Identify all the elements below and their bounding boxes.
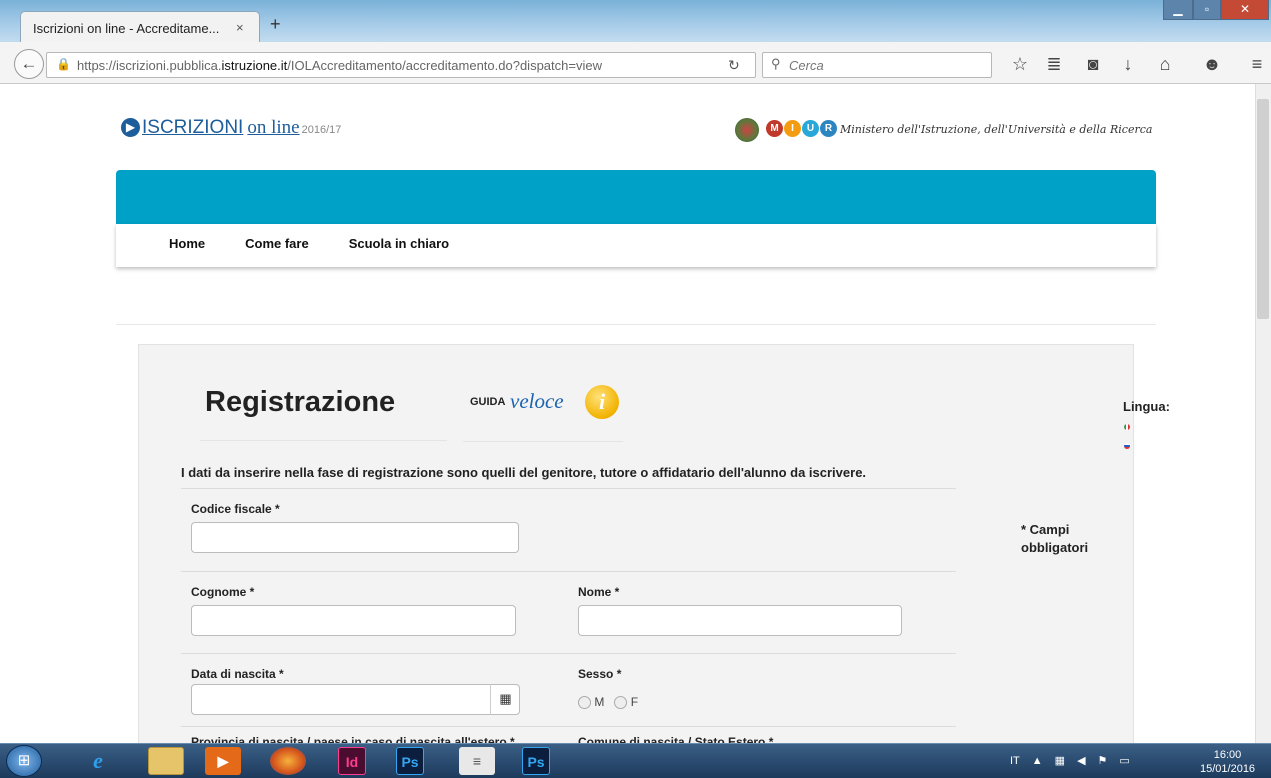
intro-text: I dati da inserire nella fase di registr… <box>181 465 867 480</box>
reading-list-icon[interactable]: ≣ <box>1042 54 1066 75</box>
lock-icon: 🔒 <box>56 57 71 71</box>
chat-icon[interactable]: ☻ <box>1200 54 1224 75</box>
header-banner <box>116 170 1156 224</box>
tab-close-icon[interactable]: × <box>236 20 244 35</box>
maximize-button[interactable]: ▫ <box>1193 0 1221 20</box>
divider <box>181 571 956 572</box>
url-domain: istruzione.it <box>221 58 288 73</box>
scrollbar-thumb[interactable] <box>1257 99 1269 319</box>
indesign-icon[interactable]: Id <box>338 747 366 775</box>
hamburger-menu-icon[interactable]: ≡ <box>1245 54 1269 75</box>
file-explorer-icon[interactable] <box>148 747 184 775</box>
main-menu: Home Come fare Scuola in chiaro <box>116 224 1156 267</box>
codice-fiscale-input[interactable] <box>191 522 519 553</box>
sesso-options: M F <box>578 695 639 710</box>
nome-label: Nome * <box>578 585 620 599</box>
iscrizioni-logo[interactable]: ▶ ISCRIZIONI on line 2016/17 <box>121 117 341 139</box>
home-icon[interactable]: ⌂ <box>1153 54 1177 75</box>
search-icon: ⚲ <box>771 56 781 71</box>
menu-item-home[interactable]: Home <box>169 236 205 267</box>
divider <box>181 488 956 489</box>
italian-flag-icon[interactable] <box>1124 424 1130 430</box>
slovenian-flag-icon[interactable] <box>1124 443 1130 449</box>
cognome-input[interactable] <box>191 605 516 636</box>
language-indicator[interactable]: IT <box>1010 755 1020 767</box>
photoshop-icon[interactable]: Ps <box>522 747 550 775</box>
divider <box>463 441 623 442</box>
start-button[interactable]: ⊞ <box>6 745 42 777</box>
network-icon[interactable]: ▦ <box>1055 754 1065 767</box>
reload-icon[interactable]: ↻ <box>728 57 740 74</box>
miur-logo: M I U R <box>766 120 837 137</box>
veloce-label[interactable]: veloce <box>510 389 564 414</box>
data-nascita-label: Data di nascita * <box>191 667 284 681</box>
display-icon[interactable]: ▭ <box>1119 754 1129 767</box>
republic-emblem-icon <box>735 118 759 142</box>
clock-time: 16:00 <box>1213 749 1242 761</box>
divider <box>116 324 1156 325</box>
back-arrow-icon[interactable]: ← <box>14 49 44 79</box>
firefox-icon[interactable] <box>270 747 306 775</box>
guida-label[interactable]: GUIDA <box>470 396 505 408</box>
menu-item-come-fare[interactable]: Come fare <box>245 236 309 267</box>
media-player-icon[interactable]: ▶ <box>205 747 241 775</box>
action-center-flag-icon[interactable]: ⚑ <box>1098 754 1108 767</box>
cognome-label: Cognome * <box>191 585 255 599</box>
browser-tab[interactable]: Iscrizioni on line - Accreditame... × <box>20 11 260 43</box>
minimize-button[interactable]: ▁ <box>1163 0 1193 20</box>
system-tray: IT ▲ ▦ ◀ ⚑ ▭ <box>1010 754 1130 768</box>
codice-fiscale-label: Codice fiscale * <box>191 502 280 516</box>
divider <box>181 653 956 654</box>
calendar-icon[interactable]: ▦ <box>490 684 520 715</box>
logo-online-text: on line <box>247 117 300 138</box>
lingua-label: Lingua: <box>1123 399 1170 414</box>
show-hidden-icons-icon[interactable]: ▲ <box>1032 755 1043 767</box>
ministry-name: Ministero dell'Istruzione, dell'Universi… <box>840 123 1153 136</box>
info-icon[interactable]: i <box>585 385 619 419</box>
download-icon[interactable]: ↓ <box>1116 54 1140 75</box>
volume-icon[interactable]: ◀ <box>1077 754 1085 767</box>
bookmark-star-icon[interactable]: ☆ <box>1008 54 1032 75</box>
sesso-label: Sesso * <box>578 667 622 681</box>
logo-main-text: ISCRIZIONI <box>142 117 244 138</box>
nome-input[interactable] <box>578 605 902 636</box>
data-nascita-input[interactable] <box>191 684 520 715</box>
divider <box>181 726 956 727</box>
search-input[interactable]: Cerca <box>762 52 992 78</box>
sesso-f-label: F <box>630 695 639 709</box>
system-clock[interactable]: 16:00 15/01/2016 <box>1200 748 1255 776</box>
pocket-icon[interactable]: ◙ <box>1081 54 1105 75</box>
url-prefix: https://iscrizioni.pubblica. <box>77 58 222 73</box>
clock-date: 15/01/2016 <box>1200 763 1256 775</box>
url-suffix: /IOLAccreditamento/accreditamento.do?dis… <box>287 58 602 73</box>
notepad-icon[interactable]: ≡ <box>459 747 495 775</box>
logo-arrow-icon: ▶ <box>121 118 140 138</box>
divider <box>200 440 447 441</box>
new-tab-button[interactable]: + <box>270 14 281 35</box>
photoshop-icon[interactable]: Ps <box>396 747 424 775</box>
internet-explorer-icon[interactable]: e <box>80 747 116 775</box>
close-window-button[interactable]: ✕ <box>1221 0 1269 20</box>
url-bar[interactable]: https://iscrizioni.pubblica.istruzione.i… <box>46 52 756 78</box>
sesso-m-radio[interactable] <box>578 696 591 710</box>
tab-title: Iscrizioni on line - Accreditame... <box>33 21 220 36</box>
page-title: Registrazione <box>205 386 396 418</box>
logo-year: 2016/17 <box>301 124 342 136</box>
menu-item-scuola-in-chiaro[interactable]: Scuola in chiaro <box>349 236 449 267</box>
sesso-m-label: M <box>594 695 605 709</box>
required-fields-note: * Campi obbligatori <box>1021 522 1089 555</box>
sesso-f-radio[interactable] <box>614 696 628 710</box>
